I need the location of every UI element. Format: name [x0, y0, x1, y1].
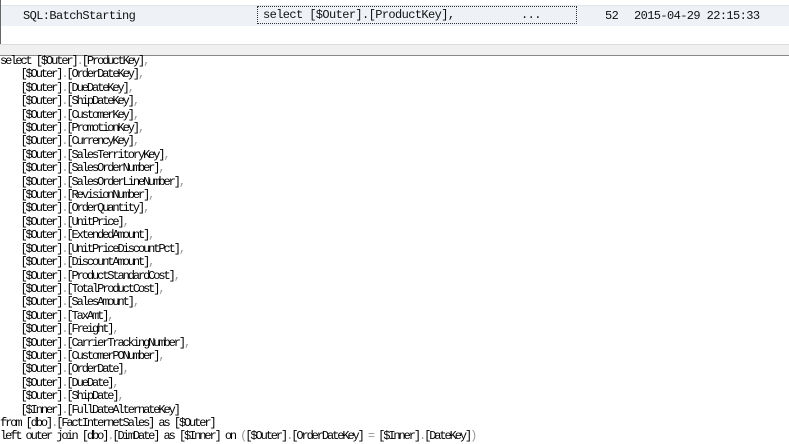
code-line: [$Outer].[ShipDateKey], — [20, 94, 140, 109]
code-line: [$Outer].[SalesOrderNumber], — [20, 161, 165, 176]
code-line: [$Outer].[UnitPrice], — [20, 214, 129, 229]
code-line: [$Outer].[CurrencyKey], — [20, 134, 140, 149]
text-data-cell[interactable]: select [$Outer].[ProductKey],... — [257, 6, 577, 24]
code-line: [$Outer].[DiscountAmount], — [20, 255, 155, 270]
spid-cell: 52 — [605, 9, 619, 23]
code-line: [$Outer].[DueDateKey], — [20, 80, 135, 95]
code-line: [$Outer].[RevisionNumber], — [20, 188, 155, 203]
text-data-ellipsis: ... — [521, 8, 541, 22]
code-line: [$Outer].[CarrierTrackingNumber], — [20, 335, 191, 350]
code-line: select [$Outer].[ProductKey], — [0, 54, 150, 68]
start-time-cell: 2015-04-29 22:15:33 — [634, 9, 760, 23]
code-line: [$Outer].[DueDate], — [20, 375, 119, 390]
code-line: [$Outer].[ProductStandardCost], — [20, 268, 181, 283]
code-line: [$Outer].[UnitPriceDiscountPct], — [20, 241, 186, 256]
code-line: [$Outer].[SalesTerritoryKey], — [20, 147, 170, 162]
code-line: [$Outer].[CustomerKey], — [20, 107, 140, 122]
code-line: [$Outer].[OrderDateKey], — [20, 67, 145, 82]
code-line: [$Inner].[FullDateAlternateKey] — [20, 402, 180, 417]
code-line: [$Outer].[OrderDate], — [20, 362, 129, 377]
code-line: from [dbo].[FactInternetSales] as [$Oute… — [0, 415, 217, 430]
code-line: [$Outer].[ExtendedAmount], — [20, 228, 155, 243]
code-line: [$Outer].[Freight], — [20, 322, 119, 337]
text-data-value: select [$Outer].[ProductKey], — [263, 8, 455, 22]
code-line: [$Outer].[CustomerPONumber], — [20, 348, 165, 363]
code-line: left outer join [dbo].[DimDate] as [$Inn… — [0, 429, 477, 444]
code-line: [$Outer].[TaxAmt], — [20, 308, 114, 323]
trace-grid: SQL:BatchStarting select [$Outer].[Produ… — [0, 0, 789, 44]
code-line: [$Outer].[SalesOrderLineNumber], — [20, 174, 186, 189]
code-line: [$Outer].[ShipDate], — [20, 389, 124, 404]
code-line: [$Outer].[PromotionKey], — [20, 121, 145, 136]
trace-row-selected[interactable]: SQL:BatchStarting select [$Outer].[Produ… — [1, 6, 789, 26]
code-line: [$Outer].[OrderQuantity], — [20, 201, 150, 216]
code-line: [$Outer].[SalesAmount], — [20, 295, 140, 310]
sql-text-pane[interactable]: select [$Outer].[ProductKey], [$Outer].[… — [0, 54, 477, 444]
code-line: [$Outer].[TotalProductCost], — [20, 281, 165, 296]
event-class-cell: SQL:BatchStarting — [23, 9, 136, 23]
